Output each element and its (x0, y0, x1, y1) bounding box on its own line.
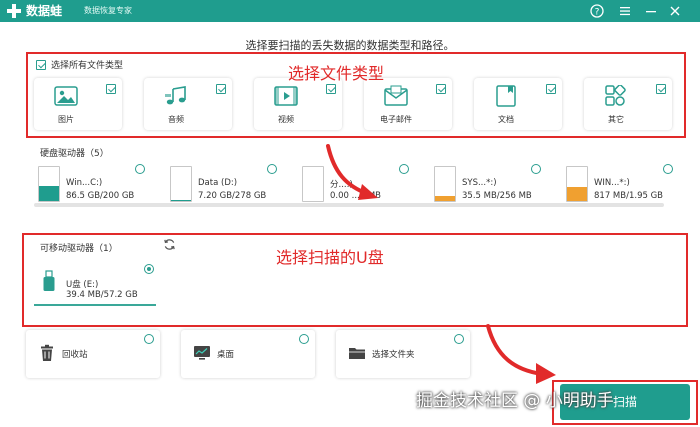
annotation-arrow-icon (486, 324, 556, 384)
drive-size: 7.20 GB/278 GB (198, 191, 267, 201)
page-headline: 选择要扫描的丢失数据的数据类型和路径。 (245, 39, 455, 52)
location-choose-folder[interactable]: 选择文件夹 (336, 330, 470, 378)
app-subtitle: 数据恢复专家 (84, 6, 132, 15)
location-recycle-bin[interactable]: 回收站 (26, 330, 160, 378)
drive-usage-bar (171, 199, 191, 201)
drive-icon (170, 166, 192, 202)
drive-icon (566, 166, 588, 202)
title-bar: 数据蛙 数据恢复专家 ? (0, 0, 700, 22)
drive-radio[interactable] (663, 164, 673, 174)
drive-item-d[interactable]: Data (D:) 7.20 GB/278 GB (158, 158, 283, 208)
drive-usage-bar (435, 196, 455, 201)
annotation-usb: 选择扫描的U盘 (276, 248, 384, 267)
folder-icon (349, 348, 365, 359)
drive-item-win[interactable]: WIN...*:) 817 MB/1.95 GB (554, 158, 679, 208)
app-logo-icon (7, 4, 21, 18)
drive-size: 35.5 MB/256 MB (462, 191, 532, 201)
app-name: 数据蛙 (26, 4, 63, 18)
close-icon[interactable] (666, 2, 684, 20)
drive-name: WIN...*:) (594, 178, 630, 188)
drive-name: Win...C:) (66, 178, 103, 188)
drive-icon (38, 166, 60, 202)
desktop-icon (194, 346, 210, 360)
drive-icon (434, 166, 456, 202)
location-label: 回收站 (62, 350, 88, 360)
annotation-arrow-icon (326, 144, 378, 200)
recycle-bin-icon (41, 344, 53, 361)
drive-name: SYS...*:) (462, 178, 497, 188)
menu-icon[interactable] (616, 2, 634, 20)
drive-size: 86.5 GB/200 GB (66, 191, 135, 201)
drive-size: 817 MB/1.95 GB (594, 191, 664, 201)
help-icon[interactable]: ? (588, 2, 606, 20)
svg-text:?: ? (595, 8, 600, 18)
drive-radio[interactable] (531, 164, 541, 174)
drive-item-c[interactable]: Win...C:) 86.5 GB/200 GB (26, 158, 151, 208)
watermark: 掘金技术社区 @ 小明助手 (416, 391, 614, 411)
drive-radio[interactable] (399, 164, 409, 174)
location-desktop[interactable]: 桌面 (181, 330, 315, 378)
location-label: 选择文件夹 (372, 350, 415, 360)
location-radio[interactable] (144, 334, 154, 344)
location-radio[interactable] (299, 334, 309, 344)
drive-radio[interactable] (267, 164, 277, 174)
annotation-file-types: 选择文件类型 (288, 64, 385, 83)
drive-usage-bar (567, 187, 587, 201)
minimize-icon[interactable] (642, 2, 660, 20)
location-label: 桌面 (217, 350, 235, 360)
drive-icon (302, 166, 324, 202)
location-radio[interactable] (454, 334, 464, 344)
drive-item-sys[interactable]: SYS...*:) 35.5 MB/256 MB (422, 158, 547, 208)
drive-usage-bar (39, 186, 59, 201)
drive-radio[interactable] (135, 164, 145, 174)
drive-name: Data (D:) (198, 178, 238, 188)
